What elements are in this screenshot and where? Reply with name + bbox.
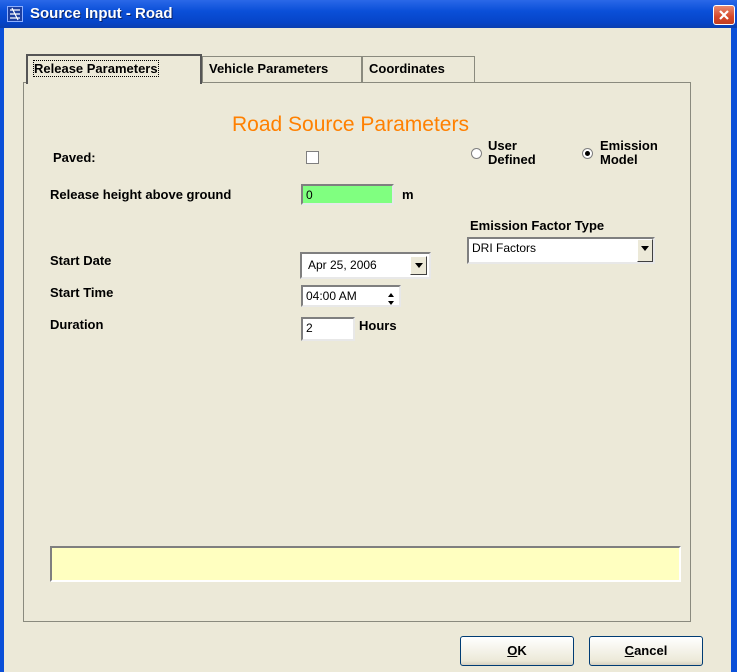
tab-panel: [23, 82, 691, 622]
emission-model-line2: Model: [600, 152, 638, 167]
close-icon: [719, 10, 729, 20]
start-date-dropdown-button[interactable]: [410, 256, 427, 275]
start-time-spinner[interactable]: 04:00 AM: [301, 285, 401, 307]
chevron-down-icon: [641, 246, 649, 251]
ok-label-rest: K: [517, 643, 527, 658]
section-heading: Road Source Parameters: [232, 113, 469, 136]
status-bar: [50, 546, 681, 582]
emission-factor-select[interactable]: DRI Factors: [467, 237, 655, 264]
start-date-label: Start Date: [50, 253, 112, 268]
tab-release-parameters[interactable]: Release Parameters: [26, 54, 202, 84]
emission-model-line1: Emission: [600, 138, 658, 153]
duration-unit: Hours: [359, 318, 397, 333]
ok-mnemonic: O: [507, 643, 518, 658]
user-defined-line2: Defined: [488, 152, 536, 167]
cancel-button[interactable]: Cancel: [589, 636, 703, 666]
user-defined-radio[interactable]: [471, 148, 482, 159]
start-date-picker[interactable]: Apr 25, 2006: [300, 252, 431, 279]
window-title: Source Input - Road: [30, 5, 173, 22]
cancel-label-rest: ancel: [634, 643, 668, 658]
paved-label: Paved:: [53, 150, 96, 165]
emission-model-label[interactable]: Emission Model: [600, 139, 658, 167]
emission-factor-label: Emission Factor Type: [470, 218, 605, 233]
release-height-unit: m: [402, 187, 414, 202]
emission-factor-value: DRI Factors: [472, 241, 537, 255]
cancel-mnemonic: C: [624, 643, 635, 658]
start-time-down-button[interactable]: [384, 297, 398, 306]
start-time-label: Start Time: [50, 285, 114, 300]
start-time-spin-buttons: [384, 288, 398, 306]
emission-model-radio[interactable]: [582, 148, 593, 159]
window-frame-right: [731, 28, 737, 672]
tab-coordinates[interactable]: Coordinates: [362, 56, 475, 82]
paved-checkbox[interactable]: [306, 151, 319, 164]
release-height-label: Release height above ground: [50, 187, 232, 202]
start-time-value: 04:00 AM: [306, 289, 357, 303]
tab-vehicle-parameters[interactable]: Vehicle Parameters: [202, 56, 362, 82]
app-icon[interactable]: [7, 6, 23, 22]
user-defined-label[interactable]: User Defined: [488, 139, 536, 167]
arrow-down-icon: [388, 301, 394, 305]
user-defined-line1: User: [488, 138, 517, 153]
start-time-up-button[interactable]: [384, 288, 398, 297]
chevron-down-icon: [414, 263, 423, 268]
emission-factor-dropdown-button[interactable]: [637, 239, 653, 262]
close-button[interactable]: [713, 5, 735, 25]
ok-button[interactable]: OK: [460, 636, 574, 666]
radio-selected-dot: [585, 151, 590, 156]
duration-label: Duration: [50, 317, 104, 332]
start-date-value: Apr 25, 2006: [308, 258, 377, 272]
release-height-input[interactable]: 0: [301, 184, 394, 205]
duration-input[interactable]: 2: [301, 317, 355, 341]
window-frame-left: [0, 28, 4, 672]
